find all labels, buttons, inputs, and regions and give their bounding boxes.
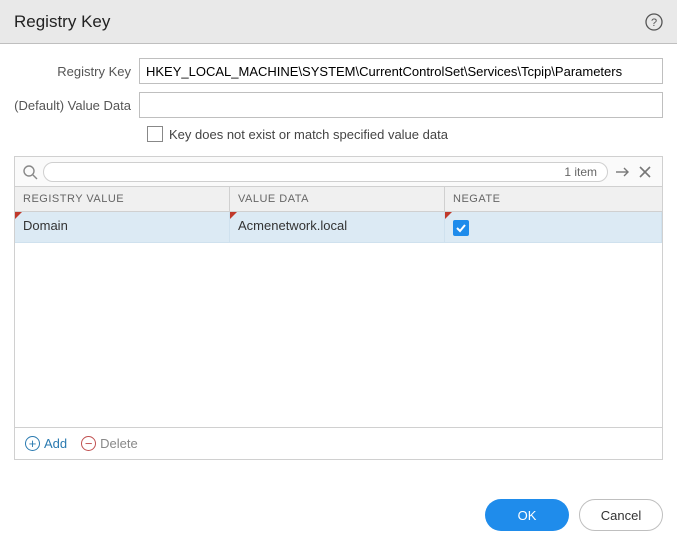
svg-text:?: ?: [651, 17, 657, 29]
registry-key-input[interactable]: [139, 58, 663, 84]
arrow-right-icon[interactable]: [612, 161, 634, 183]
col-header-negate[interactable]: NEGATE: [445, 187, 662, 211]
cell-registry-value[interactable]: Domain: [15, 212, 230, 242]
delete-button[interactable]: − Delete: [81, 436, 138, 451]
plus-icon: +: [25, 436, 40, 451]
col-header-value-data[interactable]: VALUE DATA: [230, 187, 445, 211]
cell-value-data[interactable]: Acmenetwork.local: [230, 212, 445, 242]
add-label: Add: [44, 436, 67, 451]
default-value-data-label: (Default) Value Data: [14, 98, 139, 113]
key-not-exist-label: Key does not exist or match specified va…: [169, 127, 448, 142]
registry-key-label: Registry Key: [14, 64, 139, 79]
dialog-title: Registry Key: [14, 12, 110, 32]
close-icon[interactable]: [634, 161, 656, 183]
filter-pill[interactable]: 1 item: [43, 162, 608, 182]
col-header-registry-value[interactable]: REGISTRY VALUE: [15, 187, 230, 211]
ok-button[interactable]: OK: [485, 499, 569, 531]
negate-checkbox[interactable]: [453, 220, 469, 236]
cancel-button[interactable]: Cancel: [579, 499, 663, 531]
search-icon[interactable]: [21, 163, 39, 181]
add-button[interactable]: + Add: [25, 436, 67, 451]
default-value-data-input[interactable]: [139, 92, 663, 118]
delete-label: Delete: [100, 436, 138, 451]
cell-negate[interactable]: [445, 212, 662, 242]
help-icon[interactable]: ?: [645, 13, 663, 31]
item-count: 1 item: [564, 165, 597, 179]
minus-icon: −: [81, 436, 96, 451]
key-not-exist-checkbox[interactable]: [147, 126, 163, 142]
table-row[interactable]: Domain Acmenetwork.local: [15, 212, 662, 243]
